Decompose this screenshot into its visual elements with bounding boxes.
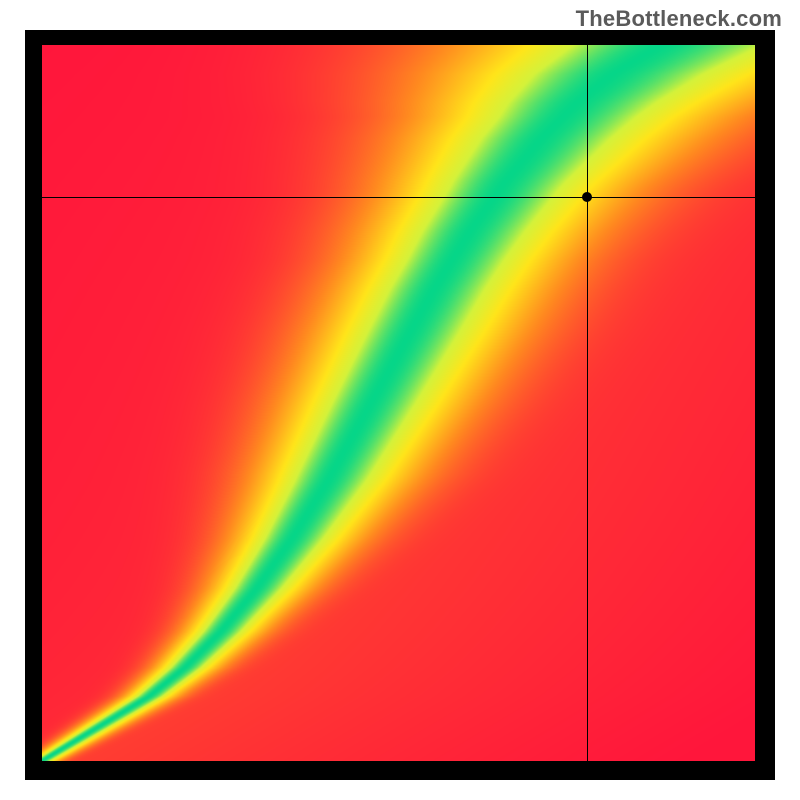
- watermark-text: TheBottleneck.com: [576, 6, 782, 32]
- plot-frame: [25, 30, 775, 780]
- heatmap-canvas: [42, 45, 755, 761]
- crosshair-vertical: [587, 45, 588, 761]
- crosshair-horizontal: [42, 197, 755, 198]
- marker-dot: [582, 192, 592, 202]
- chart-stage: TheBottleneck.com: [0, 0, 800, 800]
